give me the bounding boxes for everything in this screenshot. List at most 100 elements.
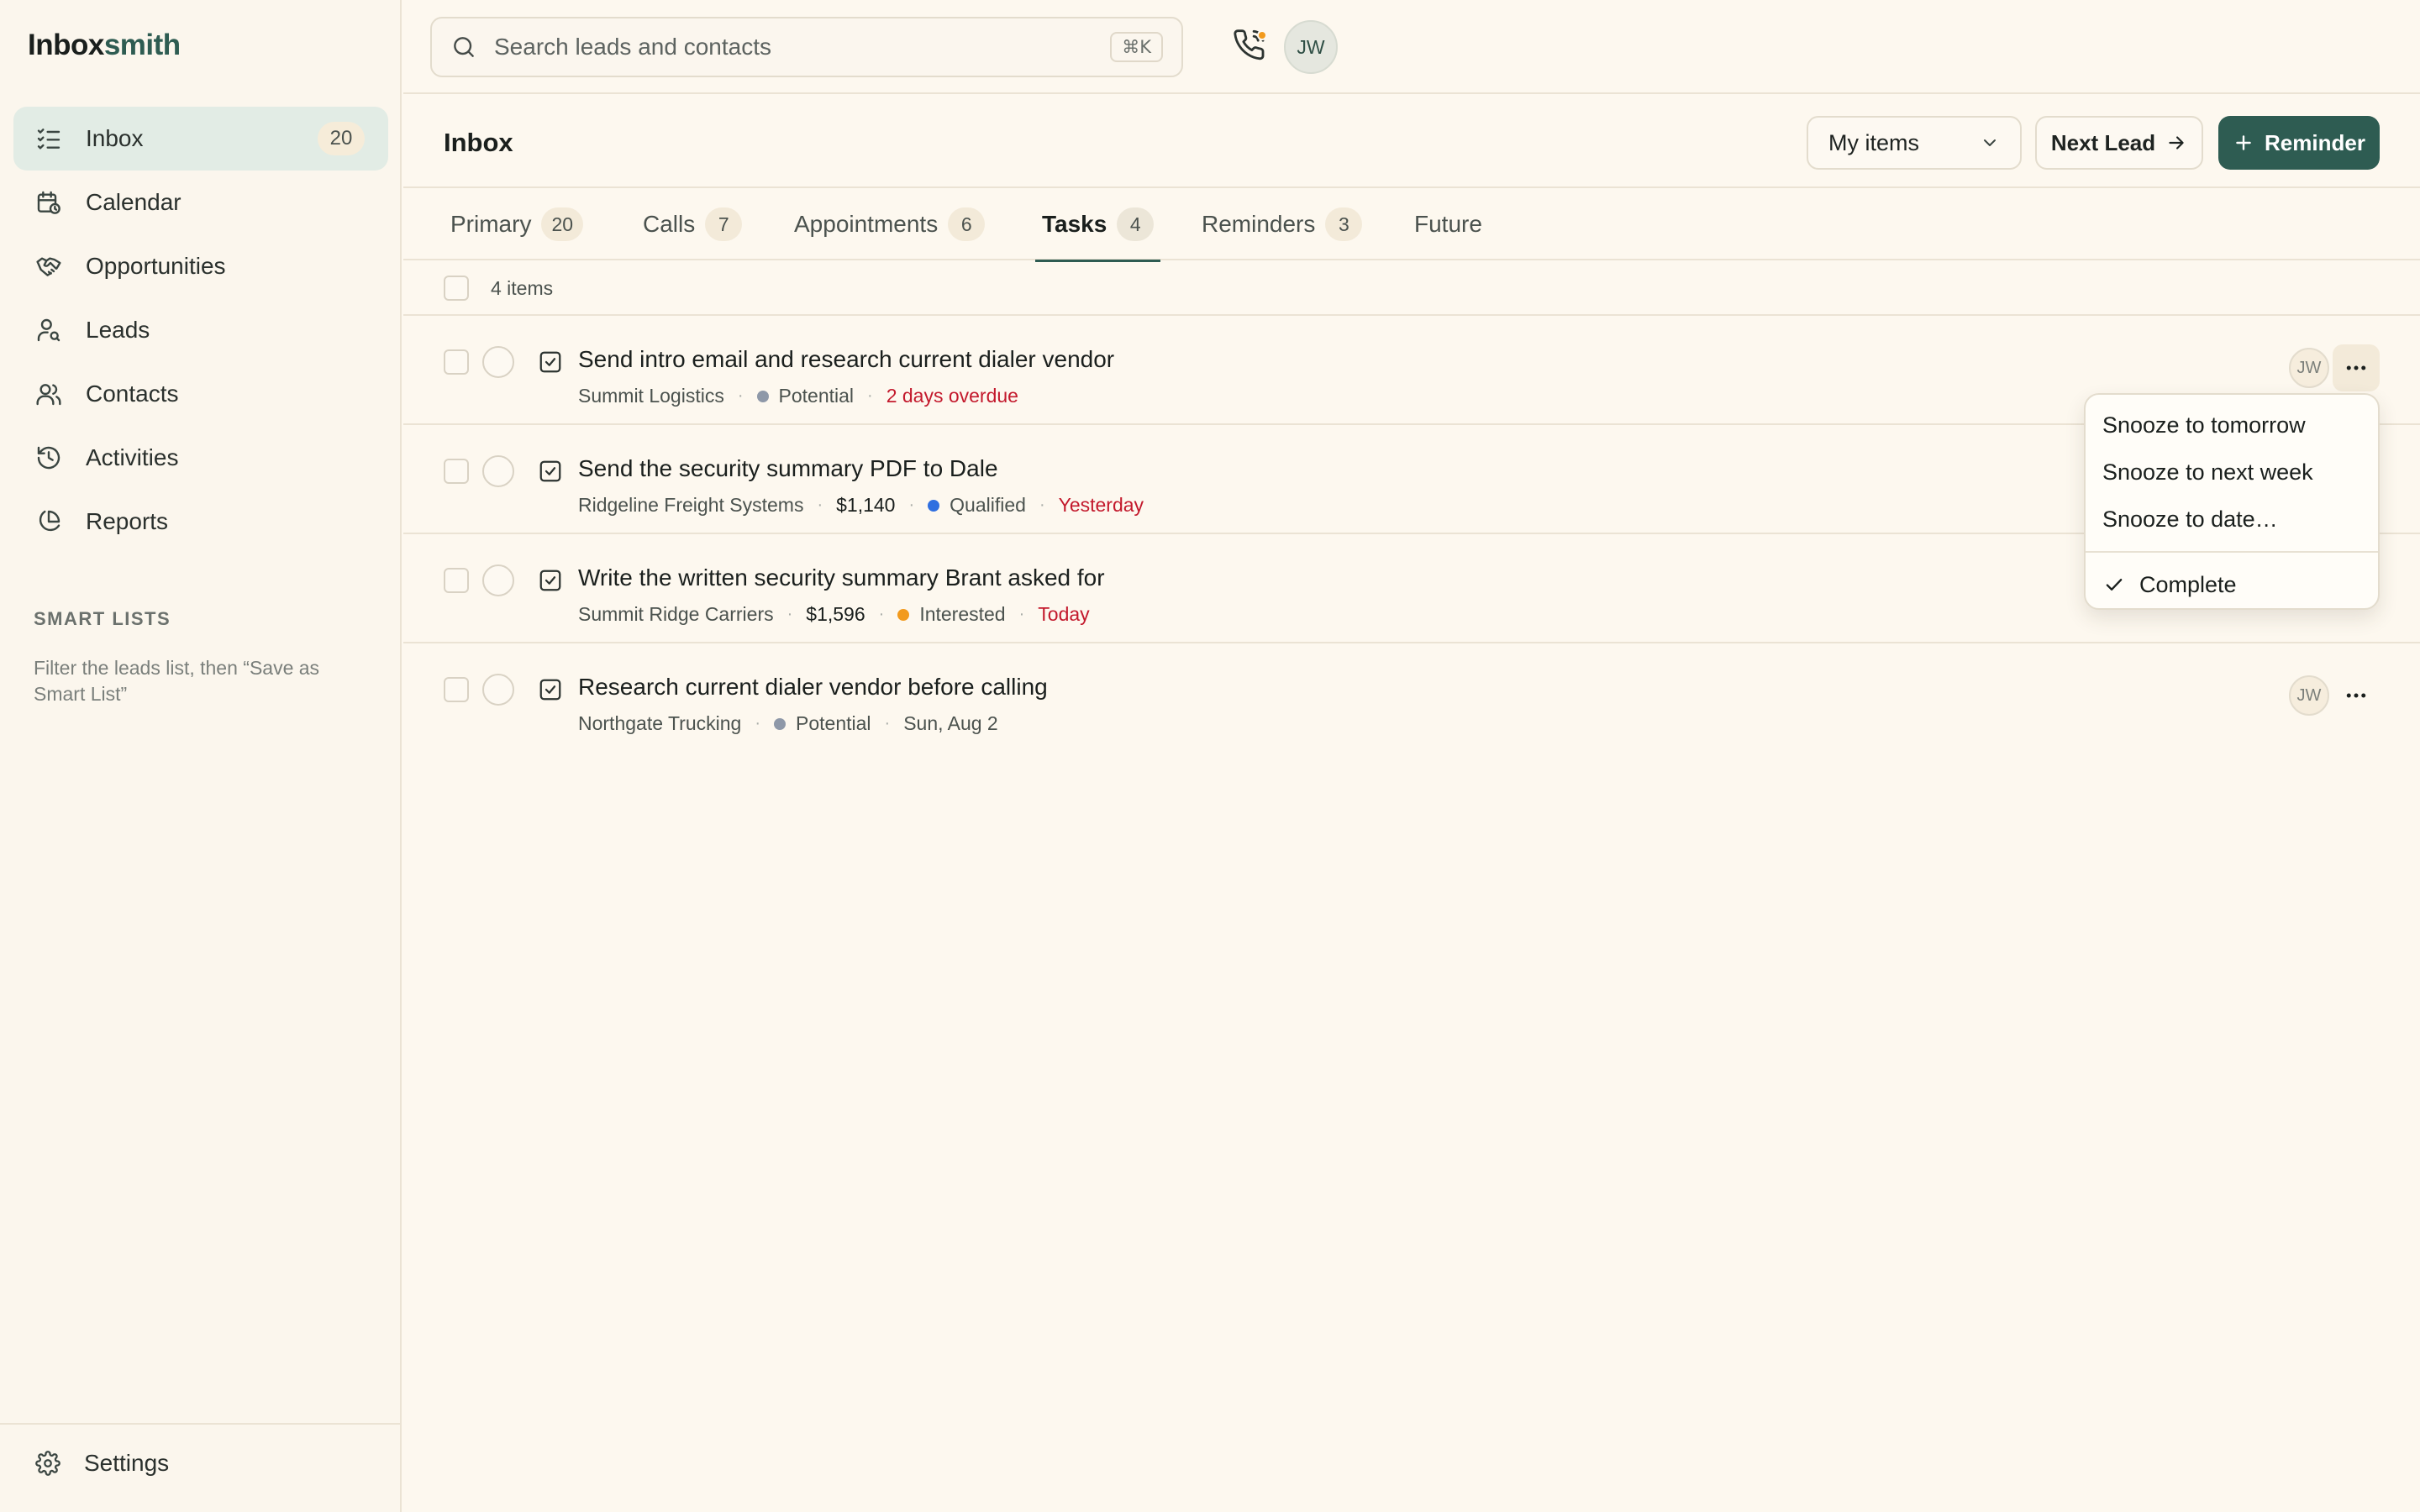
owner-filter-select[interactable]: My items [1807,116,2022,170]
row-actions: JW [2279,643,2380,753]
calendar-clock-icon [35,189,62,216]
sidebar-item-opportunities[interactable]: Opportunities [13,234,388,298]
tab-primary[interactable]: Primary 20 [450,188,584,260]
task-title[interactable]: Send the security summary PDF to Dale [578,455,998,482]
tab-reminders[interactable]: Reminders 3 [1202,188,1363,260]
list-header: 4 items [403,260,2420,316]
sidebar-item-inbox[interactable]: Inbox 20 [13,107,388,171]
separator: · [878,605,885,623]
task-due: 2 days overdue [886,385,1018,407]
task-due: Yesterday [1058,494,1144,516]
task-amount: $1,596 [806,603,865,625]
tab-count: 4 [1117,207,1155,241]
task-due: Today [1038,603,1090,625]
notification-dot [1257,30,1267,40]
complete-label: Complete [2139,571,2237,597]
task-company[interactable]: Summit Ridge Carriers [578,603,774,626]
tab-label: Tasks [1042,211,1107,237]
separator: · [817,496,823,514]
sidebar-item-leads[interactable]: Leads [13,298,388,362]
separator: · [737,386,744,405]
tab-label: Primary [450,211,532,237]
top-bar: ⌘K JW [403,0,2420,94]
handshake-icon [35,253,62,280]
task-amount: $1,140 [836,494,896,516]
tab-calls[interactable]: Calls 7 [643,188,743,260]
sidebar-item-label: Activities [86,444,179,470]
task-row[interactable]: Research current dialer vendor before ca… [403,643,2420,753]
sidebar-nav: Inbox 20 Calendar Opportunities Leads Co… [13,107,388,554]
tab-future[interactable]: Future [1414,188,1482,260]
tab-tasks[interactable]: Tasks 4 [1034,188,1161,262]
sidebar-item-contacts[interactable]: Contacts [13,362,388,426]
complete-toggle[interactable] [482,346,514,378]
separator: · [867,386,873,405]
row-checkbox[interactable] [444,568,469,593]
tab-count: 6 [948,207,986,241]
search-icon [450,34,477,60]
settings-link[interactable]: Settings [35,1450,169,1477]
page-title: Inbox [444,128,513,157]
sidebar-item-reports[interactable]: Reports [13,490,388,554]
task-title[interactable]: Write the written security summary Brant… [578,564,1105,591]
task-checkbox-icon [538,459,563,484]
tab-label: Appointments [794,211,939,237]
tab-label: Future [1414,211,1482,237]
separator: · [884,714,891,732]
complete-toggle[interactable] [482,674,514,706]
gear-icon [35,1451,60,1476]
user-search-icon [35,317,62,344]
task-company[interactable]: Ridgeline Freight Systems [578,494,803,517]
check-icon [2102,573,2126,596]
tab-label: Reminders [1202,211,1316,237]
more-horizontal-icon [2344,355,2369,381]
owner-filter-value: My items [1828,129,1919,155]
sidebar-item-label: Leads [86,317,150,343]
dialer-button[interactable] [1234,29,1270,66]
task-company[interactable]: Summit Logistics [578,385,724,407]
smart-lists-heading: SMART LISTS [34,608,171,629]
arrow-right-icon [2165,132,2187,154]
inbox-count-badge: 20 [318,122,365,155]
complete-item[interactable]: Complete [2086,561,2378,608]
sidebar-item-calendar[interactable]: Calendar [13,171,388,234]
row-menu-button[interactable] [2333,344,2380,391]
task-title[interactable]: Research current dialer vendor before ca… [578,674,1048,701]
users-icon [35,381,62,407]
row-checkbox[interactable] [444,349,469,375]
select-all-checkbox[interactable] [444,276,469,301]
snooze-next-week-item[interactable]: Snooze to next week [2086,449,2378,496]
row-checkbox[interactable] [444,459,469,484]
snooze-date-item[interactable]: Snooze to date… [2086,496,2378,543]
page-header: Inbox My items Next Lead Reminder [403,94,2420,188]
assignee-avatar: JW [2289,675,2329,716]
snooze-tomorrow-item[interactable]: Snooze to tomorrow [2086,402,2378,449]
task-checkbox-icon [538,568,563,593]
task-meta: Northgate Trucking · Potential · Sun, Au… [578,712,998,735]
row-menu-button[interactable] [2333,672,2380,719]
row-action-menu: Snooze to tomorrow Snooze to next week S… [2084,393,2380,610]
row-checkbox[interactable] [444,677,469,702]
status-dot [774,717,786,730]
task-title[interactable]: Send intro email and research current di… [578,346,1114,373]
complete-toggle[interactable] [482,455,514,487]
task-due: Sun, Aug 2 [903,712,998,734]
add-reminder-button[interactable]: Reminder [2218,116,2380,170]
tab-appointments[interactable]: Appointments 6 [794,188,986,260]
task-meta: Ridgeline Freight Systems · $1,140 · Qua… [578,494,1144,517]
search-input[interactable] [494,34,1111,60]
next-lead-button[interactable]: Next Lead [2035,116,2203,170]
inbox-tabs: Primary 20 Calls 7 Appointments 6 Tasks … [403,188,2420,262]
search-box[interactable]: ⌘K [430,17,1183,77]
menu-divider [2086,551,2378,553]
sidebar-item-activities[interactable]: Activities [13,426,388,490]
status-dot [928,499,940,512]
task-company[interactable]: Northgate Trucking [578,712,741,735]
app-logo[interactable]: Inboxsmith [28,29,181,62]
task-status: Qualified [950,494,1026,516]
complete-toggle[interactable] [482,564,514,596]
user-avatar[interactable]: JW [1284,20,1338,74]
item-count: 4 items [491,277,554,299]
search-shortcut-hint: ⌘K [1110,32,1163,62]
status-dot [897,608,910,621]
